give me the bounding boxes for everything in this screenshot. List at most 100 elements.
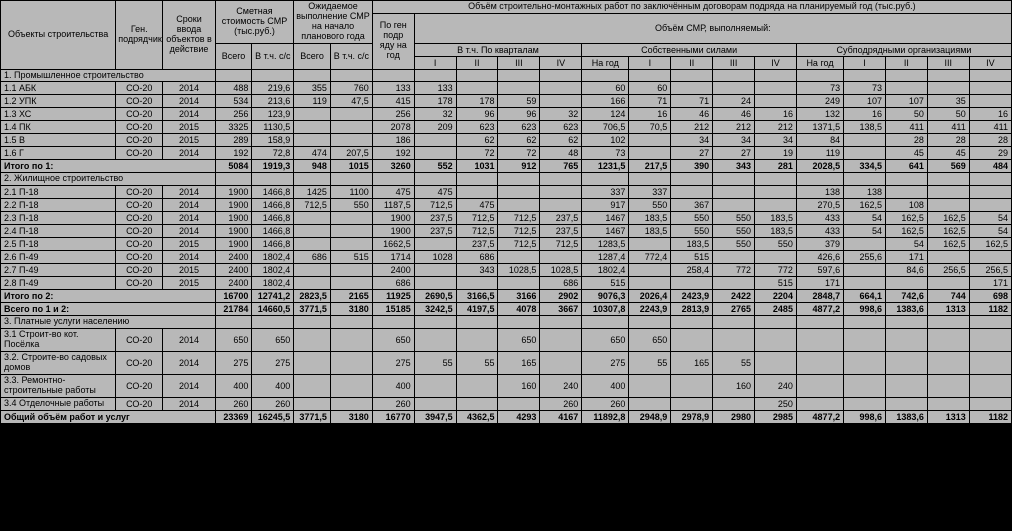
cell: 1466,8: [252, 199, 294, 212]
cell: 2423,9: [671, 290, 713, 303]
cell: 171: [969, 277, 1011, 290]
cell: 107: [885, 95, 927, 108]
cell: 50: [927, 108, 969, 121]
cell: [927, 186, 969, 199]
cell: 62: [498, 134, 540, 147]
row-name: 1.2 УПК: [1, 95, 116, 108]
table-row: 2.3 П-18 СО-20 2014 19001466,81900237,57…: [1, 212, 1012, 225]
total-label: Общий объём работ и услуг: [1, 410, 216, 423]
cell: 158,9: [252, 134, 294, 147]
cell: [969, 69, 1011, 82]
cell: [927, 329, 969, 352]
h-nagod1: На год: [582, 56, 629, 69]
cell: [372, 316, 414, 329]
cell: 162,5: [885, 225, 927, 238]
row-gen: СО-20: [116, 147, 163, 160]
cell: 3947,5: [414, 410, 456, 423]
cell: 34: [755, 134, 797, 147]
cell: 270,5: [796, 199, 843, 212]
cell: 237,5: [414, 225, 456, 238]
table-row: 1.5 В СО-20 2015 289158,9186626262102343…: [1, 134, 1012, 147]
cell: 475: [372, 186, 414, 199]
cell: 55: [713, 352, 755, 375]
cell: [330, 277, 372, 290]
cell: 772: [755, 264, 797, 277]
cell: [713, 277, 755, 290]
cell: 712,5: [456, 212, 498, 225]
cell: 54: [885, 238, 927, 251]
cell: [540, 329, 582, 352]
cell: 260: [252, 397, 294, 410]
cell: 343: [456, 264, 498, 277]
cell: 133: [372, 82, 414, 95]
cell: 3242,5: [414, 303, 456, 316]
cell: 2985: [755, 410, 797, 423]
cell: [755, 186, 797, 199]
cell: 96: [498, 108, 540, 121]
table-row: 3.1 Строит-во кот. Посёлка СО-20 2014 65…: [1, 329, 1012, 352]
cell: [215, 173, 252, 186]
h-q4a: IV: [540, 56, 582, 69]
cell: 45: [927, 147, 969, 160]
cell: [796, 397, 843, 410]
cell: [629, 374, 671, 397]
cell: 515: [330, 251, 372, 264]
cell: 686: [372, 277, 414, 290]
cell: 16770: [372, 410, 414, 423]
cell: 552: [414, 160, 456, 173]
cell: 367: [671, 199, 713, 212]
cell: 379: [796, 238, 843, 251]
cell: 765: [540, 160, 582, 173]
cell: 260: [372, 397, 414, 410]
cell: [294, 238, 331, 251]
cell: 550: [629, 199, 671, 212]
h-q1c: I: [844, 56, 886, 69]
cell: [969, 173, 1011, 186]
cell: 1900: [372, 212, 414, 225]
table-row: 1.4 ПК СО-20 2015 33251130,5207820962362…: [1, 121, 1012, 134]
cell: [927, 199, 969, 212]
row-gen: СО-20: [116, 264, 163, 277]
cell: [498, 397, 540, 410]
cell: 2485: [755, 303, 797, 316]
cell: 411: [969, 121, 1011, 134]
h-expected: Ожидаемое выполнение СМР на начало плано…: [294, 1, 373, 44]
h-q1a: I: [414, 56, 456, 69]
cell: 3667: [540, 303, 582, 316]
cell: 2690,5: [414, 290, 456, 303]
cell: 2813,9: [671, 303, 713, 316]
row-name: 2.1 П-18: [1, 186, 116, 199]
cell: 1313: [927, 410, 969, 423]
cell: [414, 316, 456, 329]
row-name: 2.7 П-49: [1, 264, 116, 277]
row-year: 2014: [163, 329, 215, 352]
cell: [713, 82, 755, 95]
h-q3c: III: [927, 56, 969, 69]
cell: 712,5: [498, 225, 540, 238]
row-name: 2.8 П-49: [1, 277, 116, 290]
cell: 71: [671, 95, 713, 108]
total-label: Итого по 1:: [1, 160, 216, 173]
cell: 73: [796, 82, 843, 95]
cell: 2980: [713, 410, 755, 423]
cell: [671, 69, 713, 82]
cell: [540, 69, 582, 82]
cell: [629, 147, 671, 160]
cell: 917: [582, 199, 629, 212]
total-row: Итого по 1: 50841919,3948101532605521031…: [1, 160, 1012, 173]
cell: 1425: [294, 186, 331, 199]
cell: [294, 316, 331, 329]
cell: 4197,5: [456, 303, 498, 316]
cell: [330, 352, 372, 375]
row-gen: СО-20: [116, 108, 163, 121]
cell: [885, 352, 927, 375]
cell: [294, 329, 331, 352]
cell: [498, 186, 540, 199]
cell: 515: [671, 251, 713, 264]
cell: 712,5: [456, 225, 498, 238]
h-vsego2: Всего: [294, 43, 331, 69]
cell: 1900: [215, 212, 252, 225]
table-row: 3.4 Отделочные работы СО-20 2014 2602602…: [1, 397, 1012, 410]
cell: [372, 69, 414, 82]
h-q2b: II: [671, 56, 713, 69]
